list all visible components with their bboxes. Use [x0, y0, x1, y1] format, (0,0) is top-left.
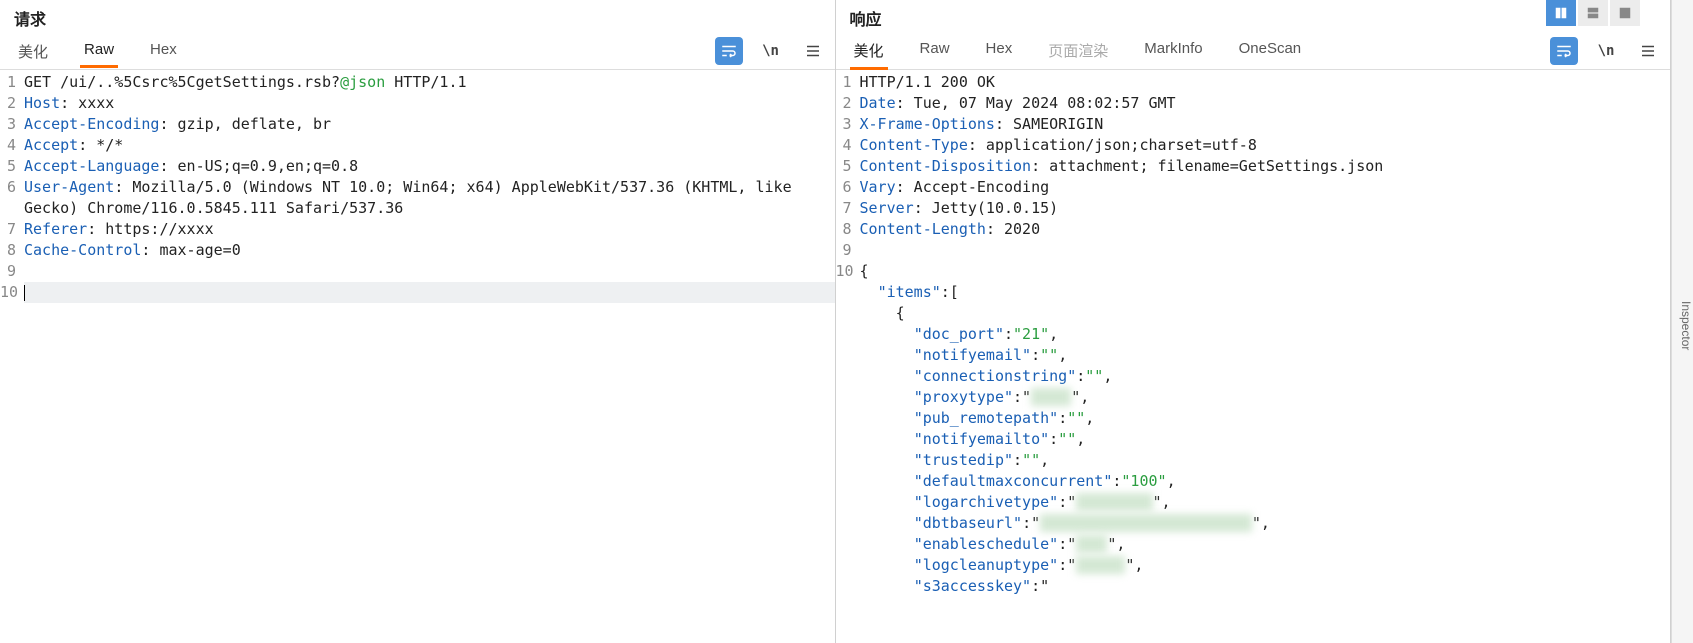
- response-gutter: 12345678910: [836, 72, 858, 643]
- response-title: 响应: [850, 6, 882, 30]
- tab-OneScan[interactable]: OneScan: [1235, 32, 1306, 70]
- request-code[interactable]: GET /ui/..%5Csrc%5CgetSettings.rsb?@json…: [22, 72, 835, 643]
- word-wrap-icon[interactable]: [1550, 37, 1578, 65]
- hamburger-icon[interactable]: [1634, 37, 1662, 65]
- view-single-icon[interactable]: [1610, 0, 1640, 26]
- response-header: 响应: [836, 0, 1671, 32]
- tab-Hex[interactable]: Hex: [982, 32, 1017, 70]
- response-toolbar: \n: [1550, 37, 1662, 65]
- request-title: 请求: [14, 6, 46, 30]
- hamburger-icon[interactable]: [799, 37, 827, 65]
- request-gutter: 12345678910: [0, 72, 22, 643]
- request-tabs: 美化 Raw Hex: [14, 33, 181, 68]
- word-wrap-icon[interactable]: [715, 37, 743, 65]
- newline-icon[interactable]: \n: [1592, 37, 1620, 65]
- response-panel: 响应 美化 Raw Hex 页面渲染 MarkInfo OneScan \n 123456…: [836, 0, 1672, 643]
- request-tabs-row: 美化 Raw Hex \n: [0, 32, 835, 70]
- inspector-sidebar[interactable]: Inspector: [1671, 0, 1693, 643]
- request-panel: 请求 美化 Raw Hex \n 12345678910 GET /ui/..%5C…: [0, 0, 836, 643]
- view-columns-icon[interactable]: [1546, 0, 1576, 26]
- request-toolbar: \n: [715, 37, 827, 65]
- response-tabs: 美化 Raw Hex 页面渲染 MarkInfo OneScan: [850, 32, 1306, 70]
- response-editor[interactable]: 12345678910 HTTP/1.1 200 OKDate: Tue, 07…: [836, 70, 1671, 643]
- newline-icon[interactable]: \n: [757, 37, 785, 65]
- view-rows-icon[interactable]: [1578, 0, 1608, 26]
- response-code[interactable]: HTTP/1.1 200 OKDate: Tue, 07 May 2024 08…: [858, 72, 1671, 643]
- tab-页面渲染[interactable]: 页面渲染: [1044, 32, 1112, 70]
- request-editor[interactable]: 12345678910 GET /ui/..%5Csrc%5CgetSettin…: [0, 70, 835, 643]
- response-tabs-row: 美化 Raw Hex 页面渲染 MarkInfo OneScan \n: [836, 32, 1671, 70]
- tab-MarkInfo[interactable]: MarkInfo: [1140, 32, 1206, 70]
- top-view-toolbar: [1546, 0, 1640, 26]
- tab-美化[interactable]: 美化: [14, 33, 52, 68]
- request-header: 请求: [0, 0, 835, 32]
- tab-Raw[interactable]: Raw: [80, 33, 118, 68]
- tab-美化[interactable]: 美化: [850, 32, 888, 70]
- tab-Hex[interactable]: Hex: [146, 33, 181, 68]
- tab-Raw[interactable]: Raw: [916, 32, 954, 70]
